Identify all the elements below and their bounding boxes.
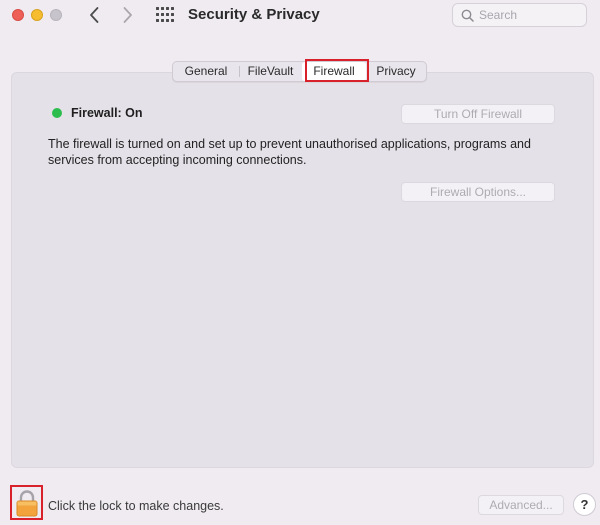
show-all-button[interactable] bbox=[155, 6, 175, 24]
turn-off-firewall-button[interactable]: Turn Off Firewall bbox=[401, 104, 555, 124]
forward-button[interactable] bbox=[116, 4, 138, 26]
status-dot-icon bbox=[52, 108, 62, 118]
firewall-description: The firewall is turned on and set up to … bbox=[48, 137, 531, 167]
search-field[interactable] bbox=[452, 3, 587, 27]
lock-icon bbox=[16, 490, 38, 517]
firewall-options-button[interactable]: Firewall Options... bbox=[401, 182, 555, 202]
lock-hint-text: Click the lock to make changes. bbox=[48, 499, 224, 513]
grid-icon bbox=[156, 7, 174, 22]
zoom-window-button[interactable] bbox=[50, 9, 62, 21]
firewall-status-label: Firewall: On bbox=[71, 106, 143, 120]
help-button[interactable]: ? bbox=[573, 493, 596, 516]
tab-general[interactable]: General bbox=[173, 62, 239, 81]
close-window-button[interactable] bbox=[12, 9, 24, 21]
tab-bar: General FileVault Firewall Privacy bbox=[172, 61, 427, 82]
firewall-panel bbox=[11, 72, 594, 468]
security-privacy-window: Security & Privacy General FileVault Fir… bbox=[0, 0, 600, 525]
back-button[interactable] bbox=[84, 4, 106, 26]
title-bar: Security & Privacy bbox=[0, 0, 600, 32]
lock-button[interactable] bbox=[10, 485, 43, 520]
search-icon bbox=[461, 9, 474, 22]
tab-privacy[interactable]: Privacy bbox=[366, 62, 426, 81]
tab-firewall[interactable]: Firewall bbox=[302, 62, 366, 81]
chevron-left-icon bbox=[90, 7, 99, 23]
advanced-button[interactable]: Advanced... bbox=[478, 495, 564, 515]
chevron-right-icon bbox=[123, 7, 132, 23]
tab-filevault[interactable]: FileVault bbox=[239, 62, 302, 81]
search-input[interactable] bbox=[479, 6, 579, 24]
minimize-window-button[interactable] bbox=[31, 9, 43, 21]
window-title: Security & Privacy bbox=[188, 6, 320, 23]
